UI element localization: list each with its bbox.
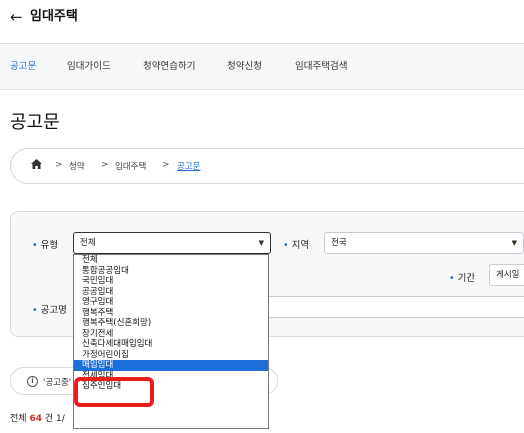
type-label-text: 유형 [40,240,59,251]
breadcrumb-item-rental[interactable]: 임대주택 [115,160,146,172]
label-bullet: • [32,305,38,316]
option-purchase-rental[interactable]: 매입임대 [74,360,268,371]
breadcrumb-item-current[interactable]: 공고문 [177,160,200,172]
chevron-down-icon: ▼ [511,239,517,247]
label-bullet: • [449,273,455,284]
option-national-rental[interactable]: 국민임대 [74,276,268,287]
total-unit: 건 [44,414,54,424]
total-count: 전체 64 건 1/ [10,411,65,424]
tab-practice-application[interactable]: 청약연습하기 [143,44,195,90]
total-prefix: 전체 [10,414,27,424]
period-select-value: 게시일 [496,270,520,280]
name-label: • 공고명 [32,302,67,316]
label-bullet: • [283,240,289,251]
option-permanent-rental[interactable]: 영구임대 [74,297,268,308]
home-glyph [31,159,42,169]
type-dropdown-list: 전체 통합공공임대 국민임대 공공임대 영구임대 행복주택 행복주택(신혼희망)… [73,254,269,429]
tab-bar: 공고문 임대가이드 청약연습하기 청약신청 임대주택검색 [0,44,524,90]
region-label-text: 지역 [291,240,310,251]
region-select[interactable]: 전국 ▼ [324,232,524,254]
type-select[interactable]: 전체 ▼ [73,232,271,254]
period-label-text: 기간 [457,273,476,284]
page-title: 공고문 [10,112,60,133]
option-integrated-public[interactable]: 통합공공임대 [74,266,268,277]
total-number: 64 [29,414,42,424]
option-new-multi-family[interactable]: 신축다세대매입임대 [74,339,268,350]
type-select-value: 전체 [80,238,96,248]
breadcrumb-item-apply[interactable]: 청약 [69,160,85,172]
breadcrumb-separator: > [55,160,63,170]
tab-announcement[interactable]: 공고문 [10,44,36,90]
home-icon[interactable] [31,159,42,172]
option-long-term-jeonse[interactable]: 장기전세 [74,329,268,340]
region-select-value: 전국 [331,238,347,248]
option-home-daycare[interactable]: 가정어린이집 [74,350,268,361]
type-label: • 유형 [32,237,58,251]
page-indicator: 1/ [56,414,65,424]
option-happy-house-newlywed[interactable]: 행복주택(신혼희망) [74,318,268,329]
notice-text: '공고중' [43,378,72,388]
back-arrow-icon[interactable]: ← [10,8,23,26]
region-label: • 지역 [283,237,309,251]
info-icon: i [27,376,38,387]
option-landlord-rental[interactable]: 집주인임대 [74,381,268,392]
tab-apply[interactable]: 청약신청 [227,44,262,90]
breadcrumb: > 청약 > 임대주택 > 공고문 [10,148,524,184]
breadcrumb-separator: > [101,160,109,170]
breadcrumb-separator: > [162,160,170,170]
app-title: 임대주택 [30,9,78,24]
tab-rental-guide[interactable]: 임대가이드 [67,44,111,90]
tab-rental-search[interactable]: 임대주택검색 [295,44,347,90]
option-happy-house[interactable]: 행복주택 [74,308,268,319]
option-all[interactable]: 전체 [74,255,268,266]
name-label-text: 공고명 [40,305,67,316]
chevron-down-icon: ▼ [258,239,264,247]
option-jeonse-rental[interactable]: 전세임대 [74,371,268,382]
top-bar: ← 임대주택 [0,0,524,44]
period-label: • 기간 [449,270,475,284]
period-select[interactable]: 게시일 [489,264,524,286]
option-public-rental[interactable]: 공공임대 [74,287,268,298]
label-bullet: • [32,240,38,251]
